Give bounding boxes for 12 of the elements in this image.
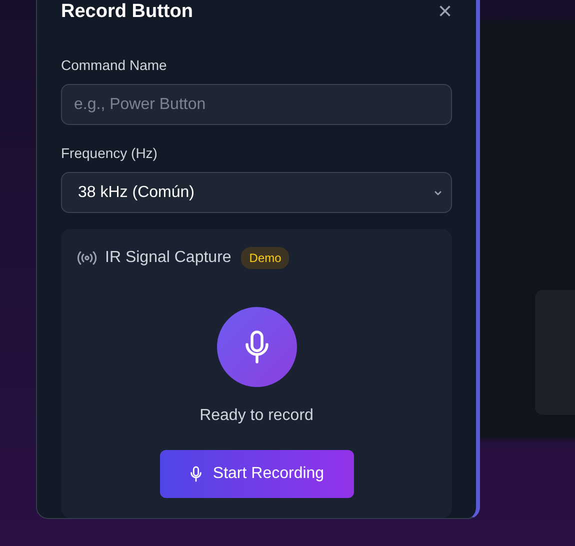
microphone-icon: [188, 465, 203, 483]
command-name-field[interactable]: e.g., Power Button: [61, 84, 452, 125]
close-button[interactable]: ×: [438, 0, 452, 24]
demo-badge: Demo: [241, 247, 290, 269]
field-label: Command Name: [61, 57, 168, 73]
dialog-title: Record Button: [61, 1, 193, 23]
start-recording-button[interactable]: Start Recording: [160, 450, 354, 498]
field-label: Frequency (Hz): [61, 145, 158, 161]
frequency-select[interactable]: 38 kHz (Común): [61, 172, 452, 213]
status-text: Ready to record: [200, 407, 314, 425]
capture-title: IR Signal Capture: [105, 249, 232, 267]
signal-icon: [77, 251, 97, 265]
